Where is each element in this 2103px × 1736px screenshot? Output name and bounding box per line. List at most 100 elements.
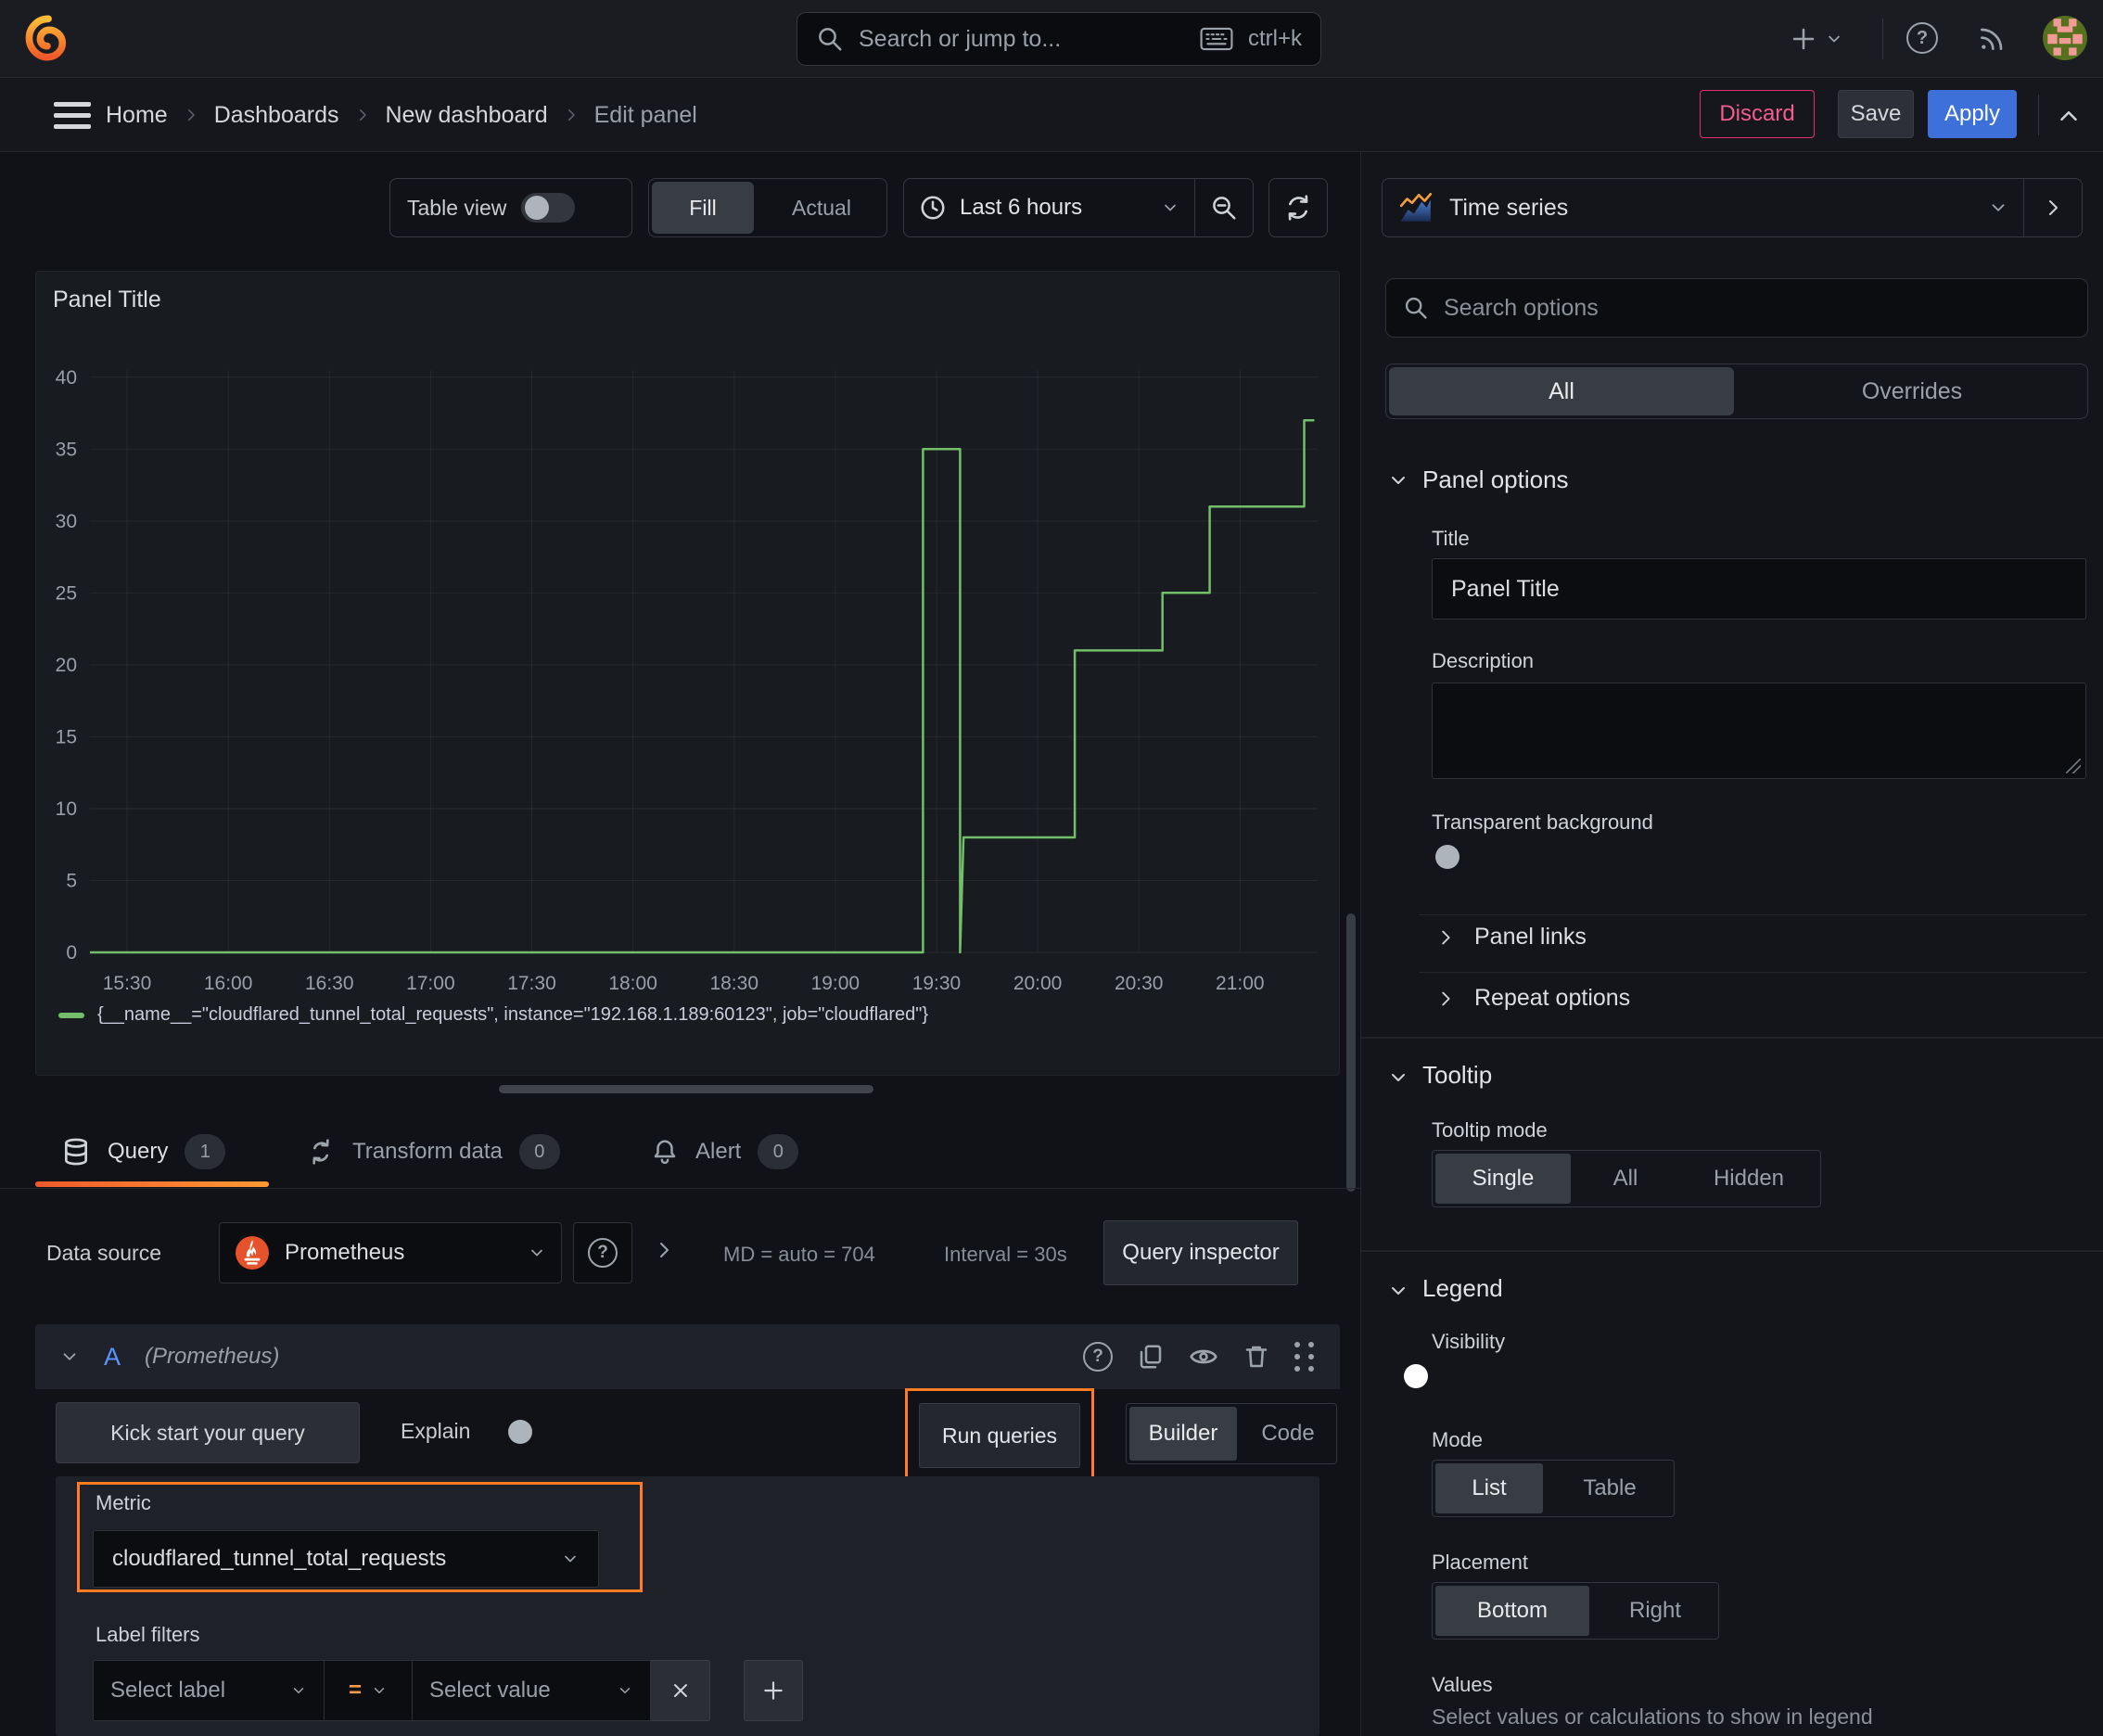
textarea-resize-handle-icon[interactable] [2066,759,2081,773]
grafana-logo[interactable] [24,15,70,61]
tooltip-header[interactable]: Tooltip [1422,1061,1492,1090]
query-help-icon[interactable]: ? [1083,1342,1113,1372]
query-inspector-button[interactable]: Query inspector [1103,1220,1298,1285]
tab-query-label: Query [108,1139,169,1164]
tooltip-mode-hidden[interactable]: Hidden [1677,1151,1820,1206]
tooltip-mode-label: Tooltip mode [1432,1118,1548,1142]
zoom-out-icon [1210,194,1238,222]
data-source-picker[interactable]: Prometheus [219,1222,562,1283]
tab-overrides[interactable]: Overrides [1737,364,2087,418]
builder-option[interactable]: Builder [1129,1407,1237,1461]
visualization-select[interactable]: Time series [1383,179,2023,236]
legend-visibility-label: Visibility [1432,1330,1506,1353]
user-avatar[interactable] [2042,15,2088,66]
news-rss-icon[interactable] [1977,24,2007,54]
transparent-background-label: Transparent background [1432,811,1653,834]
panel-links-expand-icon [1435,927,1456,948]
divider [1419,914,2086,915]
legend-mode-table[interactable]: Table [1546,1461,1674,1516]
tab-query-count-badge: 1 [185,1134,226,1169]
add-new-button[interactable] [1790,20,1843,57]
breadcrumb-new-dashboard[interactable]: New dashboard [386,102,548,129]
fill-option[interactable]: Fill [652,182,754,234]
tab-alert[interactable]: Alert 0 [651,1124,799,1180]
save-button[interactable]: Save [1838,90,1914,138]
tooltip-mode-all[interactable]: All [1574,1151,1677,1206]
operator-dropdown[interactable]: = [324,1660,413,1721]
tab-all[interactable]: All [1389,367,1734,415]
add-filter-button[interactable] [744,1660,803,1721]
toggle-visibility-eye-icon[interactable] [1189,1342,1218,1372]
breadcrumb-home[interactable]: Home [106,102,168,129]
collapse-query-chevron-icon[interactable] [59,1347,80,1367]
refresh-button[interactable] [1268,178,1328,237]
panel-title-input[interactable]: Panel Title [1432,558,2086,619]
repeat-options-header[interactable]: Repeat options [1474,985,1630,1012]
remove-filter-button[interactable] [651,1660,710,1721]
collapse-options-pane-icon[interactable] [2055,102,2083,130]
panel-options-header[interactable]: Panel options [1422,466,1569,494]
kick-start-query-button[interactable]: Kick start your query [56,1402,360,1463]
chart-panel: Panel Title 0 5 10 15 20 25 30 35 40 15:30 16:00 16… [35,271,1340,1076]
divider [1419,972,2086,973]
legend-header[interactable]: Legend [1422,1274,1503,1303]
data-source-help-button[interactable]: ? [573,1222,632,1283]
description-textarea[interactable] [1432,683,2086,779]
pane-resize-handle[interactable] [499,1085,873,1093]
duplicate-query-icon[interactable] [1137,1343,1165,1371]
tab-transform-data[interactable]: Transform data 0 [306,1124,560,1180]
chevron-down-icon [1988,198,2008,218]
menu-hamburger-icon[interactable] [54,102,91,129]
chart-legend-item[interactable]: {__name__="cloudflared_tunnel_total_requ… [58,1004,928,1026]
chevron-right-icon [354,107,371,123]
code-option[interactable]: Code [1240,1404,1336,1463]
query-row-header[interactable]: A (Prometheus) ? [35,1324,1340,1389]
tooltip-collapse-icon [1387,1066,1409,1089]
query-ref-id[interactable]: A [104,1343,121,1372]
data-source-label: Data source [46,1241,162,1265]
select-value-dropdown[interactable]: Select value [412,1660,651,1721]
svg-text:21:00: 21:00 [1216,973,1265,994]
chevron-down-icon [528,1244,546,1262]
svg-text:17:00: 17:00 [406,973,455,994]
grafana-edit-panel-page: Search or jump to... ctrl+k ? Home Dashb… [0,0,2103,1736]
panel-links-header[interactable]: Panel links [1474,924,1587,951]
options-search-placeholder: Search options [1444,294,1599,321]
clock-icon [919,194,947,222]
actual-option[interactable]: Actual [757,179,886,236]
tooltip-mode-single[interactable]: Single [1435,1154,1571,1204]
builder-code-switch: Builder Code [1126,1403,1337,1464]
legend-placement-bottom[interactable]: Bottom [1435,1586,1589,1636]
section-divider [1361,1250,2103,1252]
explain-label: Explain [401,1419,471,1443]
plus-icon [761,1679,785,1703]
vertical-scrollbar-thumb[interactable] [1346,913,1356,1192]
breadcrumb-dashboards[interactable]: Dashboards [214,102,339,129]
select-label-dropdown[interactable]: Select label [93,1660,325,1721]
expand-row-chevron-icon[interactable] [653,1239,675,1261]
help-icon[interactable]: ? [1906,22,1938,54]
drag-query-grip-icon[interactable] [1294,1342,1316,1372]
search-icon [1403,295,1429,321]
run-queries-button[interactable]: Run queries [919,1403,1080,1468]
metric-select[interactable]: cloudflared_tunnel_total_requests [93,1530,599,1588]
table-view-toggle[interactable] [521,193,576,223]
tab-query[interactable]: Query 1 [61,1124,226,1180]
global-search-box[interactable]: Search or jump to... ctrl+k [797,12,1321,66]
time-series-chart[interactable]: 0 5 10 15 20 25 30 35 40 15:30 16:00 16:30 17:00 17:3… [36,272,1339,1075]
svg-text:10: 10 [56,798,77,820]
discard-button[interactable]: Discard [1700,90,1815,138]
legend-placement-right[interactable]: Right [1592,1583,1718,1639]
close-icon [669,1679,692,1702]
legend-mode-list[interactable]: List [1435,1463,1543,1513]
time-range-picker[interactable]: Last 6 hours [904,179,1194,236]
apply-button[interactable]: Apply [1928,90,2017,138]
table-view-control: Table view [389,178,632,237]
svg-text:19:00: 19:00 [811,973,860,994]
options-search-box[interactable]: Search options [1385,278,2088,338]
zoom-out-time-button[interactable] [1195,179,1253,236]
delete-query-trash-icon[interactable] [1243,1343,1270,1371]
breadcrumb-bar: Home Dashboards New dashboard Edit panel… [0,78,2103,152]
time-range-label: Last 6 hours [960,195,1083,220]
expand-viz-picker-button[interactable] [2024,179,2082,236]
